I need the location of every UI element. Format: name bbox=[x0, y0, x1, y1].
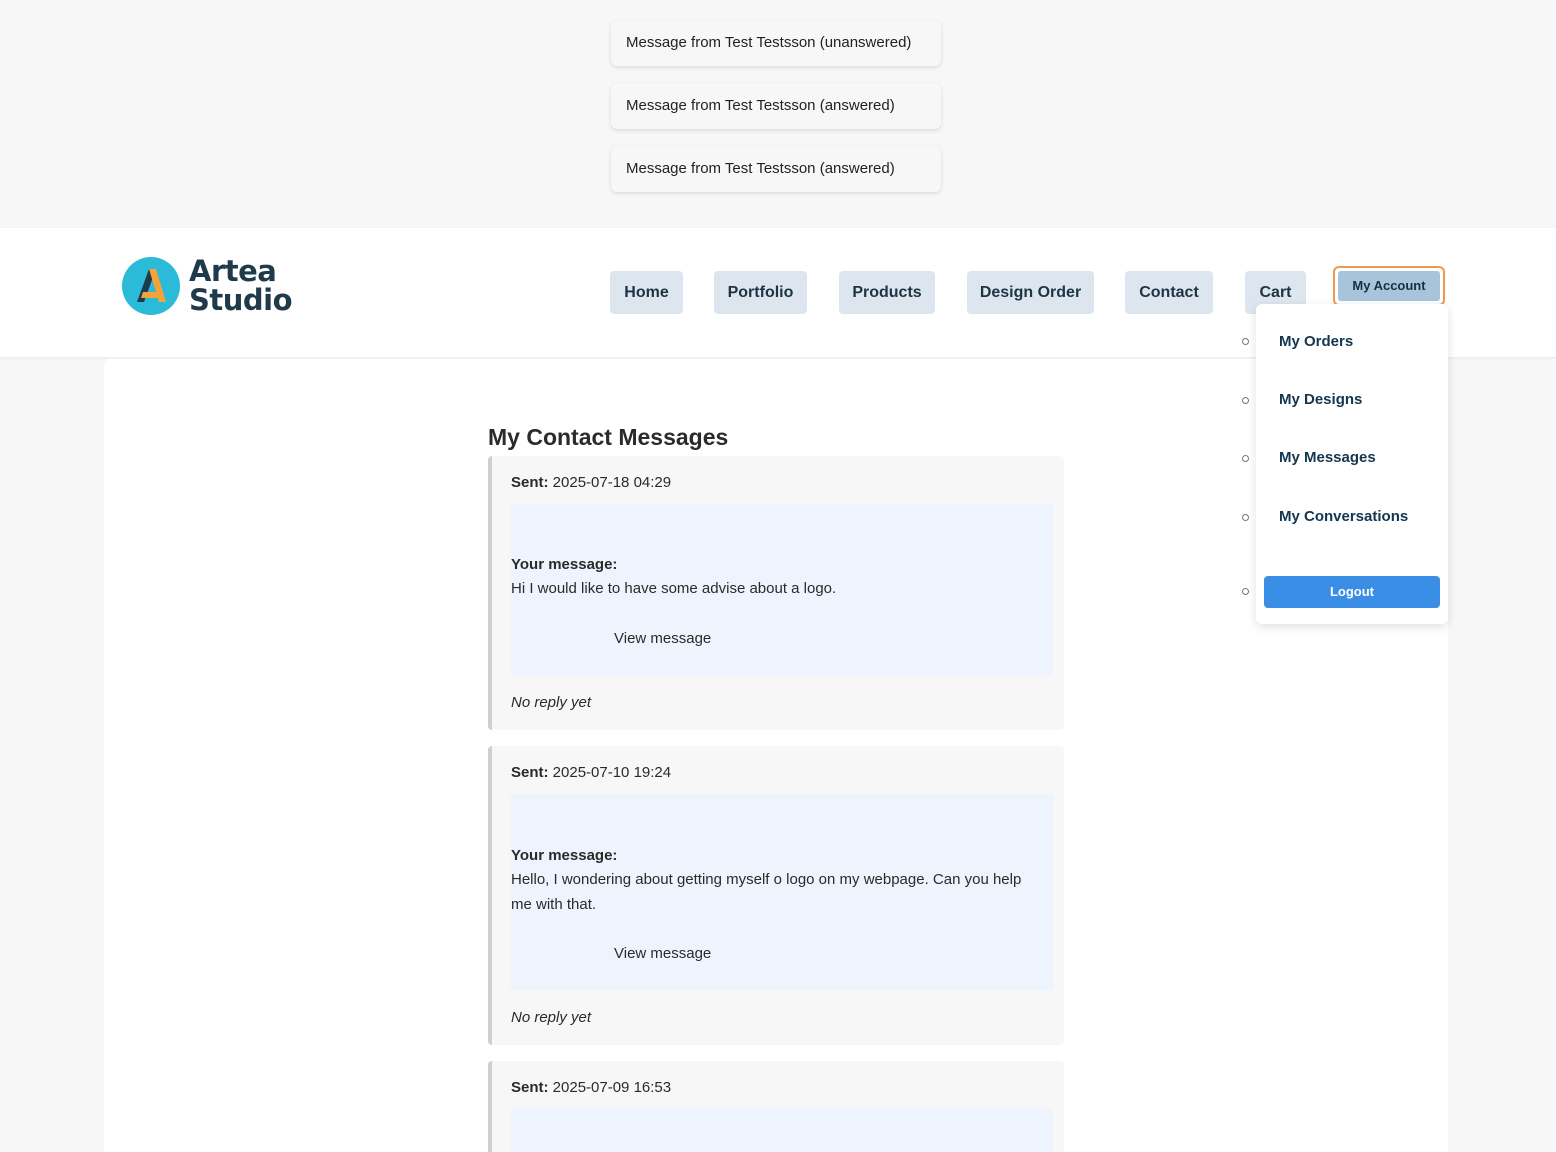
logo-text: Artea Studio bbox=[189, 254, 293, 317]
nav-design-order[interactable]: Design Order bbox=[967, 271, 1094, 314]
sent-date: 2025-07-10 19:24 bbox=[552, 764, 672, 781]
list-bullet-icon bbox=[1242, 514, 1249, 521]
sent-label: Sent: bbox=[511, 474, 549, 491]
logout-button[interactable]: Logout bbox=[1264, 576, 1440, 608]
message-box: Your message: Hi I would like to have so… bbox=[511, 504, 1053, 675]
account-dropdown-menu: My Orders My Designs My Messages My Conv… bbox=[1256, 304, 1448, 624]
nav-home[interactable]: Home bbox=[610, 271, 683, 314]
notification-item[interactable]: Message from Test Testsson (answered) bbox=[611, 146, 941, 192]
message-text: Hello, I wondering about getting myself … bbox=[511, 871, 1022, 913]
your-message-label: Your message: bbox=[511, 847, 618, 864]
sent-line: Sent: 2025-07-10 19:24 bbox=[511, 764, 671, 781]
view-message-link[interactable]: View message bbox=[614, 630, 711, 647]
sent-label: Sent: bbox=[511, 764, 549, 781]
message-text: Hi I would like to have some advise abou… bbox=[511, 580, 837, 597]
view-message-link[interactable]: View message bbox=[614, 945, 711, 962]
sent-date: 2025-07-09 16:53 bbox=[552, 1079, 672, 1096]
sent-line: Sent: 2025-07-09 16:53 bbox=[511, 1079, 671, 1096]
nav-portfolio[interactable]: Portfolio bbox=[714, 271, 807, 314]
message-box bbox=[511, 1109, 1053, 1152]
account-button-focus-ring: My Account bbox=[1333, 266, 1445, 306]
artea-a-logo-icon bbox=[122, 257, 180, 315]
list-bullet-icon bbox=[1242, 338, 1249, 345]
nav-contact[interactable]: Contact bbox=[1125, 271, 1213, 314]
your-message-label: Your message: bbox=[511, 556, 618, 573]
sent-line: Sent: 2025-07-18 04:29 bbox=[511, 474, 671, 491]
sent-date: 2025-07-18 04:29 bbox=[552, 474, 672, 491]
notification-item[interactable]: Message from Test Testsson (unanswered) bbox=[611, 20, 941, 66]
page-title: My Contact Messages bbox=[488, 424, 729, 450]
my-account-button[interactable]: My Account bbox=[1338, 271, 1440, 301]
list-bullet-icon bbox=[1242, 397, 1249, 404]
reply-status: No reply yet bbox=[511, 1009, 592, 1026]
menu-item-my-conversations[interactable]: My Conversations bbox=[1279, 508, 1408, 525]
notification-item[interactable]: Message from Test Testsson (answered) bbox=[611, 83, 941, 129]
menu-item-my-orders[interactable]: My Orders bbox=[1279, 333, 1353, 350]
sent-label: Sent: bbox=[511, 1079, 549, 1096]
message-card: Sent: 2025-07-18 04:29 Your message: Hi … bbox=[488, 456, 1064, 730]
logo[interactable]: Artea Studio bbox=[121, 255, 301, 317]
list-bullet-icon bbox=[1242, 588, 1249, 595]
logo-line-2: Studio bbox=[189, 283, 293, 317]
reply-status: No reply yet bbox=[511, 694, 592, 711]
list-bullet-icon bbox=[1242, 455, 1249, 462]
message-box: Your message: Hello, I wondering about g… bbox=[511, 794, 1053, 990]
nav-products[interactable]: Products bbox=[839, 271, 935, 314]
logo-line-1: Artea bbox=[189, 254, 277, 288]
message-card: Sent: 2025-07-09 16:53 bbox=[488, 1061, 1064, 1152]
message-card: Sent: 2025-07-10 19:24 Your message: Hel… bbox=[488, 746, 1064, 1045]
menu-item-my-designs[interactable]: My Designs bbox=[1279, 391, 1362, 408]
menu-item-my-messages[interactable]: My Messages bbox=[1279, 449, 1376, 466]
